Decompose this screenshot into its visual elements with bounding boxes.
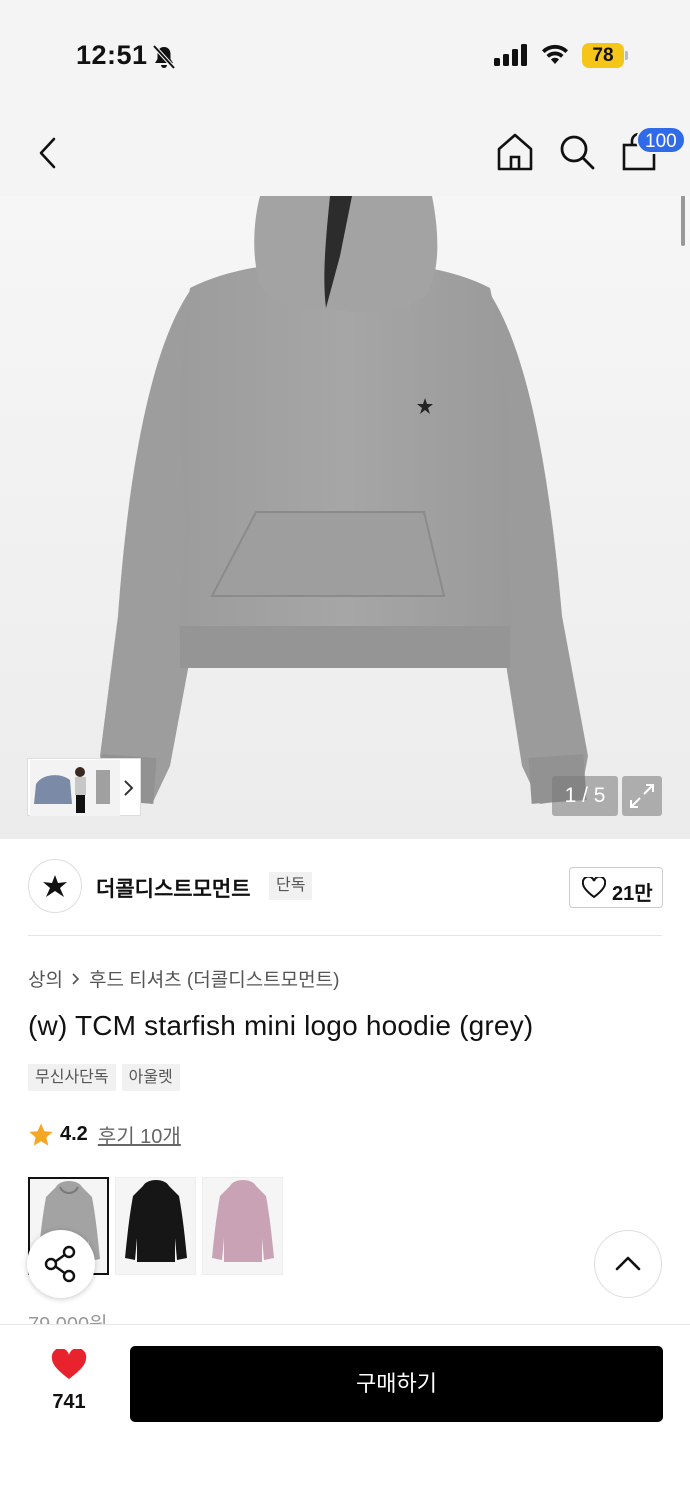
breadcrumb-subcategory[interactable]: 후드 티셔츠 (더콜디스트모먼트) [89,965,339,992]
color-option-pink[interactable] [202,1177,283,1275]
expand-image-button[interactable] [622,776,662,816]
breadcrumb: 상의 후드 티셔츠 (더콜디스트모먼트) [28,965,339,992]
battery-level: 78 [582,43,624,68]
brand-like-button[interactable]: 21만 [569,867,663,908]
heart-filled-icon[interactable] [51,1349,87,1381]
breadcrumb-chevron-icon [72,972,80,985]
product-tags: 무신사단독 아울렛 [28,1064,180,1091]
battery-indicator: 78 [582,43,628,68]
cellular-signal-icon [494,44,527,66]
thumbnail-chevron-right-icon[interactable] [122,779,134,797]
divider [28,935,662,936]
tag-exclusive: 무신사단독 [28,1064,116,1091]
thumbnail-images [30,760,120,816]
star-icon [29,1123,53,1146]
pink-hoodie-thumbnail [212,1180,274,1262]
tag-outlet: 아울렛 [121,1064,180,1091]
product-hoodie-image [98,196,588,804]
color-option-black[interactable] [115,1177,196,1275]
battery-cap [625,51,628,60]
original-price: 79,000원 [28,1308,108,1324]
share-icon [44,1245,76,1283]
bottom-action-bar: 741 구매하기 [0,1324,690,1500]
top-nav-bar: 100 [0,110,690,196]
gallery-thumbnail-strip[interactable] [27,758,141,816]
review-link[interactable]: 후기 10개 [98,1120,181,1149]
starfish-logo-icon [43,875,67,897]
brand-name[interactable]: 더콜디스트모먼트 [96,873,251,903]
black-hoodie-thumbnail [125,1180,187,1262]
scroll-to-top-button[interactable] [594,1230,662,1298]
product-title: (w) TCM starfish mini logo hoodie (grey) [28,1010,534,1041]
status-bar: 12:51 78 [0,0,690,110]
page-scrollbar[interactable] [681,196,685,246]
breadcrumb-category[interactable]: 상의 [28,965,63,992]
wish-count: 741 [52,1391,86,1413]
exclusive-tag: 단독 [269,872,313,900]
home-icon[interactable] [496,132,534,172]
share-button[interactable] [27,1230,95,1298]
rating-value: 4.2 [60,1123,88,1145]
brand-row: 더콜디스트모먼트 단독 21만 [0,839,690,937]
search-icon[interactable] [558,132,596,172]
wifi-icon [542,44,568,64]
expand-icon [630,784,654,808]
cart-count-badge: 100 [636,126,686,154]
buy-button[interactable]: 구매하기 [130,1346,663,1422]
rating-summary: 4.2 후기 10개 [28,1120,181,1149]
chevron-up-icon [615,1256,641,1271]
brand-like-count: 21만 [612,883,653,905]
image-counter: 1 / 5 [552,776,618,816]
product-image-gallery[interactable]: 1 / 5 [0,196,690,839]
status-time: 12:51 [76,40,148,70]
brand-logo[interactable] [28,859,82,913]
back-chevron-icon[interactable] [36,136,62,170]
bell-slash-icon [152,44,176,70]
heart-outline-icon [582,877,606,899]
